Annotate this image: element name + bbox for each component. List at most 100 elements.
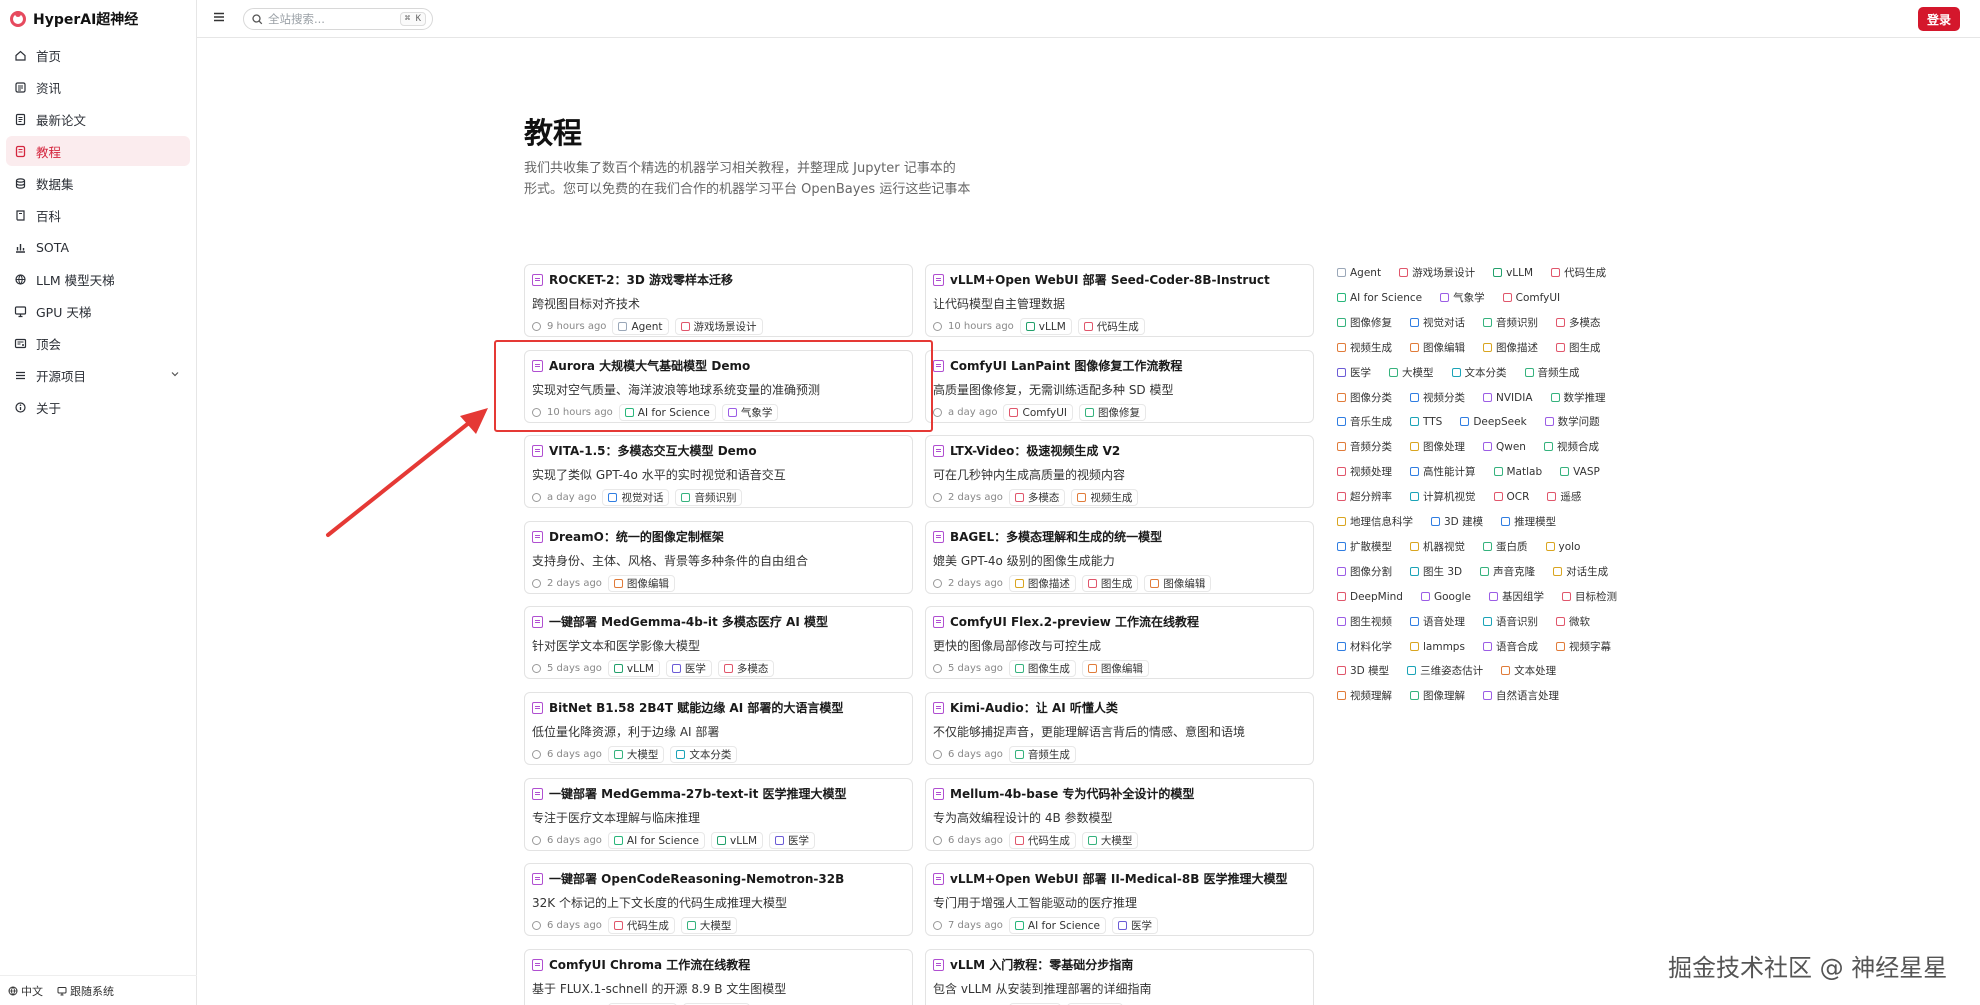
tutorial-card[interactable]: 一键部署 MedGemma-27b-text-it 医学推理大模型 专注于医疗文… bbox=[524, 778, 913, 851]
tag-cloud-chip[interactable]: 图像编辑 bbox=[1405, 339, 1470, 356]
tag-chip[interactable]: 代码生成 bbox=[607, 917, 675, 934]
tutorial-card[interactable]: ROCKET-2：3D 游戏零样本迁移 跨视图目标对齐技术 9 hours ag… bbox=[524, 264, 913, 337]
tag-cloud-chip[interactable]: 游戏场景设计 bbox=[1394, 264, 1480, 281]
tag-cloud-chip[interactable]: 3D 建模 bbox=[1426, 513, 1488, 530]
tag-cloud-chip[interactable]: 基因组学 bbox=[1484, 588, 1549, 605]
tag-cloud-chip[interactable]: 音乐生成 bbox=[1332, 413, 1397, 430]
tutorial-card[interactable]: ComfyUI Flex.2-preview 工作流在线教程 更快的图像局部修改… bbox=[925, 606, 1314, 679]
tutorial-card[interactable]: Kimi-Audio：让 AI 听懂人类 不仅能够捕捉声音，更能理解语言背后的情… bbox=[925, 692, 1314, 765]
sidebar-item[interactable]: 首页 bbox=[6, 40, 190, 70]
tag-cloud-chip[interactable]: vLLM bbox=[1488, 264, 1538, 281]
card-title[interactable]: Kimi-Audio：让 AI 听懂人类 bbox=[933, 699, 1306, 716]
tag-cloud-chip[interactable]: 蛋白质 bbox=[1478, 538, 1533, 555]
search-box[interactable]: ⌘ K bbox=[243, 8, 433, 30]
tag-chip[interactable]: AI for Science bbox=[1008, 917, 1107, 934]
tag-cloud-chip[interactable]: 图像分割 bbox=[1332, 563, 1397, 580]
tag-cloud-chip[interactable]: 音频识别 bbox=[1478, 314, 1543, 331]
tag-chip[interactable]: 多模态 bbox=[717, 660, 775, 677]
tag-chip[interactable]: 大模型 bbox=[680, 917, 738, 934]
tag-cloud-chip[interactable]: NVIDIA bbox=[1478, 389, 1538, 406]
tag-chip[interactable]: 图像修复 bbox=[1078, 404, 1146, 421]
tag-cloud-chip[interactable]: yolo bbox=[1541, 538, 1586, 555]
tag-chip[interactable]: 游戏场景设计 bbox=[674, 318, 763, 335]
card-title[interactable]: 一键部署 MedGemma-27b-text-it 医学推理大模型 bbox=[532, 785, 905, 802]
tag-cloud-chip[interactable]: 大模型 bbox=[1384, 364, 1439, 381]
sidebar-item[interactable]: LLM 模型天梯 bbox=[6, 264, 190, 294]
tag-cloud-chip[interactable]: 多模态 bbox=[1551, 314, 1606, 331]
tag-chip[interactable]: 音频识别 bbox=[675, 489, 743, 506]
tag-chip[interactable]: 文本分类 bbox=[670, 746, 738, 763]
tag-cloud-chip[interactable]: 气象学 bbox=[1435, 289, 1490, 306]
tag-cloud-chip[interactable]: DeepMind bbox=[1332, 588, 1408, 605]
tag-chip[interactable]: 图像编辑 bbox=[607, 575, 675, 592]
tag-cloud-chip[interactable]: 高性能计算 bbox=[1405, 463, 1481, 480]
search-input[interactable] bbox=[268, 12, 388, 26]
tag-cloud-chip[interactable]: DeepSeek bbox=[1455, 413, 1531, 430]
card-title[interactable]: Mellum-4b-base 专为代码补全设计的模型 bbox=[933, 785, 1306, 802]
tag-cloud-chip[interactable]: 语音合成 bbox=[1478, 638, 1543, 655]
tag-cloud-chip[interactable]: 超分辨率 bbox=[1332, 488, 1397, 505]
tag-cloud-chip[interactable]: 视频处理 bbox=[1332, 463, 1397, 480]
sidebar-item[interactable]: 开源项目 bbox=[6, 360, 190, 390]
tag-chip[interactable]: 图像编辑 bbox=[1144, 575, 1212, 592]
tag-cloud-chip[interactable]: 计算机视觉 bbox=[1405, 488, 1481, 505]
chevron-down-icon[interactable] bbox=[170, 369, 180, 379]
tag-cloud-chip[interactable]: 目标检测 bbox=[1557, 588, 1622, 605]
card-title[interactable]: LTX-Video：极速视频生成 V2 bbox=[933, 442, 1306, 459]
tag-cloud-chip[interactable]: 扩散模型 bbox=[1332, 538, 1397, 555]
language-switch[interactable]: 中文 bbox=[8, 983, 43, 999]
tag-chip[interactable]: vLLM bbox=[1019, 318, 1072, 335]
card-title[interactable]: vLLM+Open WebUI 部署 II-Medical-8B 医学推理大模型 bbox=[933, 870, 1306, 887]
tag-cloud-chip[interactable]: 代码生成 bbox=[1546, 264, 1611, 281]
tag-cloud-chip[interactable]: lammps bbox=[1405, 638, 1470, 655]
tutorial-card[interactable]: ComfyUI LanPaint 图像修复工作流教程 高质量图像修复，无需训练适… bbox=[925, 350, 1314, 423]
tag-chip[interactable]: vLLM bbox=[607, 660, 660, 677]
brand[interactable]: HyperAI超神经 bbox=[0, 0, 196, 38]
tag-cloud-chip[interactable]: 图生视频 bbox=[1332, 613, 1397, 630]
tag-cloud-chip[interactable]: 对话生成 bbox=[1548, 563, 1613, 580]
tag-chip[interactable]: 图像编辑 bbox=[1081, 660, 1149, 677]
card-title[interactable]: BitNet B1.58 2B4T 赋能边缘 AI 部署的大语言模型 bbox=[532, 699, 905, 716]
tag-cloud-chip[interactable]: Agent bbox=[1332, 264, 1386, 281]
tag-chip[interactable]: ComfyUI bbox=[1003, 404, 1073, 421]
sidebar-item[interactable]: 百科 bbox=[6, 200, 190, 230]
theme-switch[interactable]: 跟随系统 bbox=[57, 983, 114, 999]
tag-cloud-chip[interactable]: 语音处理 bbox=[1405, 613, 1470, 630]
tag-cloud-chip[interactable]: 数学问题 bbox=[1540, 413, 1605, 430]
tag-cloud-chip[interactable]: 视频生成 bbox=[1332, 339, 1397, 356]
tag-chip[interactable]: 大模型 bbox=[1081, 832, 1139, 849]
tag-chip[interactable]: 多模态 bbox=[1008, 489, 1066, 506]
tag-chip[interactable]: Agent bbox=[612, 318, 669, 335]
tutorial-card[interactable]: LTX-Video：极速视频生成 V2 可在几秒钟内生成高质量的视频内容 2 d… bbox=[925, 435, 1314, 508]
tag-cloud-chip[interactable]: 地理信息科学 bbox=[1332, 513, 1418, 530]
sidebar-item[interactable]: 教程 bbox=[6, 136, 190, 166]
tag-chip[interactable]: 音频生成 bbox=[1008, 746, 1076, 763]
tag-cloud-chip[interactable]: TTS bbox=[1405, 413, 1447, 430]
card-title[interactable]: ComfyUI LanPaint 图像修复工作流教程 bbox=[933, 357, 1306, 374]
tag-cloud-chip[interactable]: 声音克隆 bbox=[1475, 563, 1540, 580]
tag-cloud-chip[interactable]: 微软 bbox=[1551, 613, 1595, 630]
sidebar-item[interactable]: 关于 bbox=[6, 392, 190, 422]
tag-cloud-chip[interactable]: VASP bbox=[1555, 463, 1605, 480]
sidebar-item[interactable]: SOTA bbox=[6, 232, 190, 262]
tag-cloud-chip[interactable]: 视觉对话 bbox=[1405, 314, 1470, 331]
tag-cloud-chip[interactable]: 图生 3D bbox=[1405, 563, 1467, 580]
tag-cloud-chip[interactable]: 自然语言处理 bbox=[1478, 687, 1564, 704]
tutorial-card[interactable]: vLLM+Open WebUI 部署 II-Medical-8B 医学推理大模型… bbox=[925, 863, 1314, 936]
card-title[interactable]: ComfyUI Chroma 工作流在线教程 bbox=[532, 956, 905, 973]
tutorial-card[interactable]: vLLM+Open WebUI 部署 Seed-Coder-8B-Instruc… bbox=[925, 264, 1314, 337]
tag-chip[interactable]: 医学 bbox=[769, 832, 816, 849]
tag-cloud-chip[interactable]: 文本分类 bbox=[1447, 364, 1512, 381]
tag-chip[interactable]: 图像描述 bbox=[1008, 575, 1076, 592]
tag-cloud-chip[interactable]: 图像修复 bbox=[1332, 314, 1397, 331]
tutorial-card[interactable]: 一键部署 MedGemma-4b-it 多模态医疗 AI 模型 针对医学文本和医… bbox=[524, 606, 913, 679]
sidebar-item[interactable]: 数据集 bbox=[6, 168, 190, 198]
tag-cloud-chip[interactable]: 视频字幕 bbox=[1551, 638, 1616, 655]
tag-cloud-chip[interactable]: AI for Science bbox=[1332, 289, 1427, 306]
card-title[interactable]: BAGEL：多模态理解和生成的统一模型 bbox=[933, 528, 1306, 545]
tag-cloud-chip[interactable]: 推理模型 bbox=[1496, 513, 1561, 530]
tutorial-card[interactable]: ComfyUI Chroma 工作流在线教程 基于 FLUX.1-schnell… bbox=[524, 949, 913, 1005]
tag-chip[interactable]: 视觉对话 bbox=[602, 489, 670, 506]
tag-cloud-chip[interactable]: Google bbox=[1416, 588, 1476, 605]
tag-cloud-chip[interactable]: 图生成 bbox=[1551, 339, 1606, 356]
